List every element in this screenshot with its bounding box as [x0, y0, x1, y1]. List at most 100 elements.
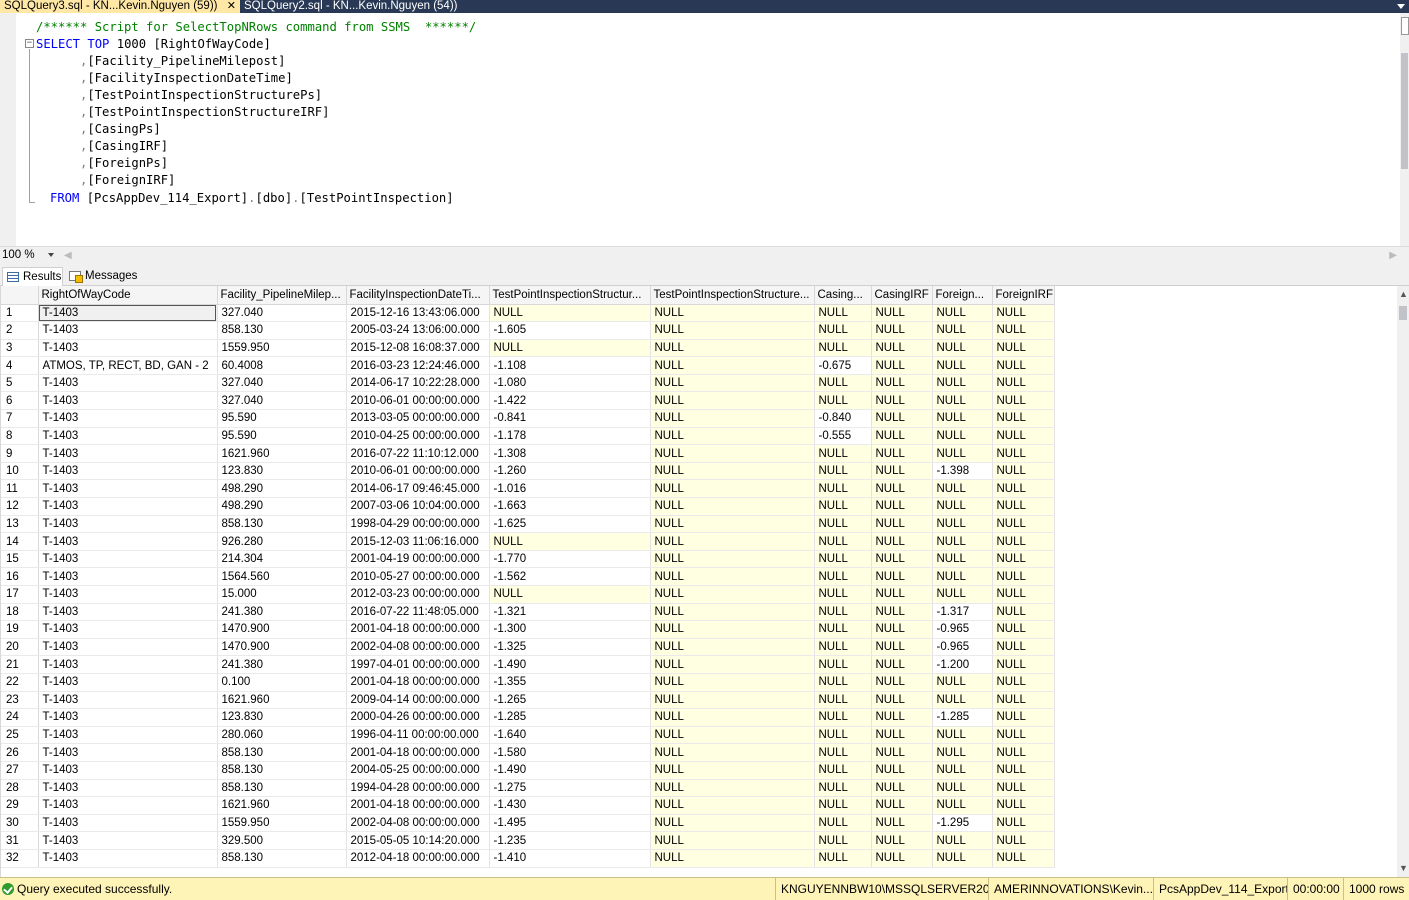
table-row[interactable]: 23 T-1403 1621.960 2009-04-14 00:00:00.000-…	[1, 691, 1055, 710]
row-number[interactable]: 15	[1, 550, 39, 569]
grid-cell[interactable]: 214.304	[217, 550, 347, 569]
row-number[interactable]: 22	[1, 673, 39, 692]
grid-cell[interactable]: NULL	[992, 655, 1055, 674]
grid-cell[interactable]: NULL	[814, 479, 872, 499]
grid-cell[interactable]: T-1403	[38, 567, 218, 586]
grid-cell[interactable]: NULL	[650, 356, 815, 375]
query-editor[interactable]: − /****** Script for SelectTopNRows comm…	[0, 13, 1400, 246]
row-number[interactable]: 3	[1, 339, 39, 358]
grid-cell[interactable]: NULL	[932, 515, 993, 534]
grid-cell[interactable]: NULL	[814, 444, 872, 463]
grid-cell[interactable]: NULL	[871, 726, 933, 745]
grid-cell[interactable]: NULL	[932, 374, 993, 393]
editor-vertical-scrollbar[interactable]	[1400, 13, 1409, 246]
grid-cell[interactable]: 2000-04-26 00:00:00.000	[346, 708, 490, 727]
grid-cell[interactable]: 2016-03-23 12:24:46.000	[346, 356, 490, 375]
grid-cell[interactable]: 95.590	[217, 427, 347, 446]
grid-cell[interactable]: NULL	[650, 567, 815, 586]
table-row[interactable]: 22 T-1403 0.100 2001-04-18 00:00:00.000 -1.3…	[1, 673, 1055, 692]
grid-cell[interactable]: -1.625	[489, 515, 651, 534]
grid-cell[interactable]: -1.605	[489, 321, 651, 340]
grid-cell[interactable]: 858.130	[217, 761, 347, 780]
grid-cell[interactable]: NULL	[992, 356, 1055, 375]
grid-cell[interactable]: NULL	[992, 497, 1055, 516]
grid-cell[interactable]: NULL	[650, 796, 815, 815]
grid-cell[interactable]: NULL	[992, 374, 1055, 393]
grid-cell[interactable]: T-1403	[38, 374, 218, 393]
table-row[interactable]: 2 T-1403 858.130 2005-03-24 13:06:00.000 -1.…	[1, 321, 1055, 340]
grid-cell[interactable]: NULL	[650, 391, 815, 411]
grid-cell[interactable]: NULL	[871, 409, 933, 428]
grid-cell[interactable]: NULL	[992, 321, 1055, 340]
grid-cell[interactable]: 15.000	[217, 585, 347, 604]
table-row[interactable]: 10 T-1403 123.830 2010-06-01 00:00:00.000 -1…	[1, 462, 1055, 481]
row-number[interactable]: 19	[1, 620, 39, 639]
grid-cell[interactable]: NULL	[871, 339, 933, 358]
grid-cell[interactable]: NULL	[814, 462, 872, 481]
grid-cell[interactable]: NULL	[932, 497, 993, 516]
grid-cell[interactable]: NULL	[992, 391, 1055, 411]
grid-cell[interactable]: NULL	[932, 444, 993, 463]
grid-cell[interactable]: 1470.900	[217, 620, 347, 639]
grid-cell[interactable]: -0.841	[489, 409, 651, 428]
row-number[interactable]: 13	[1, 515, 39, 534]
grid-cell[interactable]: 2010-06-01 00:00:00.000	[346, 462, 490, 481]
grid-cell[interactable]: NULL	[814, 567, 872, 586]
grid-cell[interactable]: NULL	[871, 849, 933, 868]
grid-cell[interactable]: 858.130	[217, 321, 347, 340]
row-number[interactable]: 24	[1, 708, 39, 727]
grid-cell[interactable]: -0.965	[932, 638, 993, 657]
row-number[interactable]: 10	[1, 462, 39, 481]
table-row[interactable]: 13 T-1403 858.130 1998-04-29 00:00:00.000 -1…	[1, 515, 1055, 534]
row-number[interactable]: 9	[1, 444, 39, 463]
row-number[interactable]: 12	[1, 497, 39, 516]
grid-cell[interactable]: NULL	[932, 779, 993, 798]
grid-cell[interactable]: NULL	[992, 708, 1055, 727]
grid-cell[interactable]: NULL	[992, 620, 1055, 639]
chevron-up-icon[interactable]: ▲	[1399, 290, 1408, 299]
grid-cell[interactable]: NULL	[932, 409, 993, 428]
grid-cell[interactable]: 1470.900	[217, 638, 347, 657]
grid-cell[interactable]: NULL	[932, 726, 993, 745]
row-number[interactable]: 4	[1, 356, 39, 375]
grid-cell[interactable]: 327.040	[217, 374, 347, 393]
grid-cell[interactable]: NULL	[814, 814, 872, 833]
grid-cell[interactable]: T-1403	[38, 814, 218, 833]
grid-cell[interactable]: T-1403	[38, 321, 218, 340]
split-editor-icon[interactable]	[1401, 17, 1409, 35]
grid-cell[interactable]: 1559.950	[217, 814, 347, 833]
grid-cell[interactable]: NULL	[871, 479, 933, 499]
grid-cell[interactable]: 2015-12-16 13:43:06.000	[346, 304, 490, 323]
grid-cell[interactable]: -1.300	[489, 620, 651, 639]
grid-cell[interactable]: NULL	[489, 585, 651, 604]
grid-cell[interactable]: NULL	[871, 427, 933, 446]
grid-cell[interactable]: NULL	[814, 321, 872, 340]
tab-sqlquery3[interactable]: SQLQuery3.sql - KN...Kevin.Nguyen (59)) …	[0, 0, 240, 13]
grid-cell[interactable]: NULL	[992, 691, 1055, 710]
grid-cell[interactable]: 1997-04-01 00:00:00.000	[346, 655, 490, 674]
grid-cell[interactable]: NULL	[992, 567, 1055, 586]
grid-cell[interactable]: NULL	[650, 462, 815, 481]
row-number[interactable]: 23	[1, 691, 39, 710]
grid-cell[interactable]: NULL	[814, 831, 872, 850]
grid-cell[interactable]: NULL	[992, 831, 1055, 850]
grid-cell[interactable]: NULL	[814, 708, 872, 727]
grid-cell[interactable]: ATMOS, TP, RECT, BD, GAN - 2	[38, 356, 218, 375]
grid-cell[interactable]: 926.280	[217, 532, 347, 551]
grid-cell[interactable]: NULL	[650, 444, 815, 463]
grid-cell[interactable]: 123.830	[217, 462, 347, 481]
grid-cell[interactable]: NULL	[992, 673, 1055, 692]
grid-cell[interactable]: 280.060	[217, 726, 347, 745]
grid-cell[interactable]: T-1403	[38, 779, 218, 798]
grid-cell[interactable]: NULL	[871, 761, 933, 780]
grid-cell[interactable]: T-1403	[38, 391, 218, 411]
column-header[interactable]: Facility_PipelineMilep...	[217, 286, 347, 305]
grid-cell[interactable]: NULL	[932, 339, 993, 358]
grid-cell[interactable]: T-1403	[38, 796, 218, 815]
grid-cell[interactable]: NULL	[871, 796, 933, 815]
grid-cell[interactable]: T-1403	[38, 462, 218, 481]
grid-cell[interactable]: -1.325	[489, 638, 651, 657]
grid-cell[interactable]: 0.100	[217, 673, 347, 692]
grid-cell[interactable]: NULL	[650, 374, 815, 393]
grid-cell[interactable]: 2016-07-22 11:10:12.000	[346, 444, 490, 463]
